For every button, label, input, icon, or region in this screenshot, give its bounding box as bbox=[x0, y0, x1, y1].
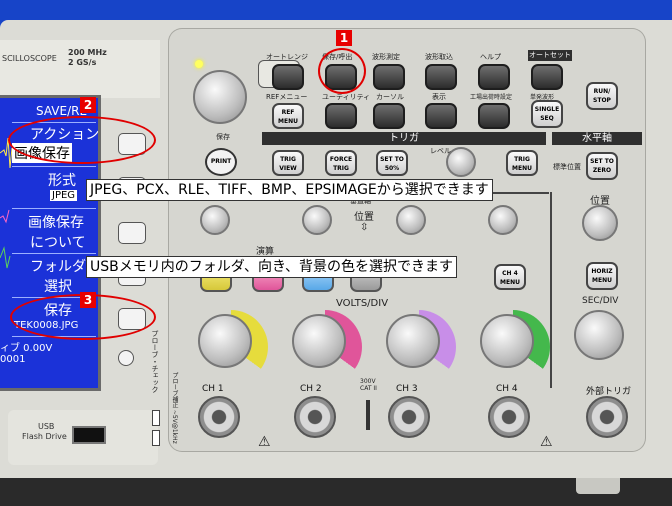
readout-line-2: 0001 bbox=[0, 354, 26, 365]
display-label: 表示 bbox=[432, 93, 446, 101]
softkey-menu-off[interactable] bbox=[118, 350, 134, 366]
folder-label-1: フォルダ bbox=[30, 259, 86, 275]
folder-label-2: 選択 bbox=[44, 279, 72, 295]
ch3-volts-knob[interactable] bbox=[386, 314, 440, 368]
ch4-label: CH 4 bbox=[496, 384, 518, 394]
set-zero-button[interactable]: SET TO ZERO bbox=[586, 152, 618, 180]
format-callout: JPEG、PCX、RLE、TIFF、BMP、EPSIMAGEから選択できます bbox=[86, 179, 493, 201]
folder-callout: USBメモリ内のフォルダ、向き、背景の色を選択できます bbox=[86, 256, 458, 278]
ch4-position-knob[interactable] bbox=[488, 205, 518, 235]
probe-check-label: プローブ・チェック bbox=[151, 330, 159, 393]
ch1-position-knob[interactable] bbox=[200, 205, 230, 235]
menu-divider bbox=[12, 253, 96, 254]
badge-1: 1 bbox=[336, 30, 352, 46]
usb-label-2: Flash Drive bbox=[22, 432, 67, 441]
ch3-bnc-connector[interactable] bbox=[388, 396, 430, 438]
probe-comp-terminal bbox=[152, 410, 160, 426]
autoset-button[interactable] bbox=[531, 64, 563, 90]
measure-label: 波形測定 bbox=[372, 53, 400, 61]
autorange-button[interactable] bbox=[272, 64, 304, 90]
force-trig-button[interactable]: FORCE TRIG bbox=[325, 150, 357, 176]
ref-menu-button[interactable]: REF MENU bbox=[272, 103, 304, 129]
device-foot bbox=[576, 478, 620, 494]
usb-area: USB Flash Drive bbox=[8, 410, 158, 465]
about-label-1: 画像保存 bbox=[28, 215, 84, 231]
ch4-volts-knob[interactable] bbox=[480, 314, 534, 368]
sample-rate-spec: 2 GS/s bbox=[68, 58, 97, 67]
autorange-label: オートレンジ bbox=[266, 53, 308, 61]
softkey-about[interactable] bbox=[118, 222, 146, 244]
utility-button[interactable] bbox=[325, 103, 357, 129]
highlight-action bbox=[8, 116, 156, 164]
badge-3: 3 bbox=[80, 292, 96, 308]
about-label-2: について bbox=[30, 235, 86, 251]
brand-text: SCILLOSCOPE bbox=[2, 54, 57, 63]
format-value[interactable]: JPEG bbox=[50, 190, 78, 201]
cursor-button[interactable] bbox=[373, 103, 405, 129]
updown-icon: ⇳ bbox=[360, 222, 369, 233]
format-label: 形式 bbox=[48, 173, 76, 189]
ch3-position-knob[interactable] bbox=[396, 205, 426, 235]
ref-menu-label: REFメニュー bbox=[266, 93, 308, 101]
bandwidth-spec: 200 MHz bbox=[68, 48, 107, 57]
readout-line-1: ィブ 0.00V bbox=[0, 343, 53, 354]
help-label: ヘルプ bbox=[480, 53, 501, 61]
cat-rating: 300V CAT II bbox=[360, 378, 377, 392]
cursor-label: カーソル bbox=[376, 93, 404, 101]
set-50-button[interactable]: SET TO 50% bbox=[376, 150, 408, 176]
ch2-position-knob[interactable] bbox=[302, 205, 332, 235]
display-button[interactable] bbox=[425, 103, 457, 129]
model-strip: SCILLOSCOPE 200 MHz 2 GS/s bbox=[0, 40, 160, 98]
default-setup-button[interactable] bbox=[478, 103, 510, 129]
ext-trig-bnc-connector[interactable] bbox=[586, 396, 628, 438]
ch2-bnc-connector[interactable] bbox=[294, 396, 336, 438]
warning-icon: ⚠ bbox=[258, 434, 271, 450]
ch2-label: CH 2 bbox=[300, 384, 322, 394]
power-led bbox=[195, 60, 203, 68]
highlight-save-recall bbox=[318, 48, 366, 94]
probe-comp-label: プローブ補正 ~5V@1kHz bbox=[171, 372, 178, 444]
ch4-bnc-connector[interactable] bbox=[488, 396, 530, 438]
menu-divider bbox=[12, 208, 96, 209]
autoset-label: オートセット bbox=[528, 50, 572, 61]
multipurpose-knob[interactable] bbox=[193, 70, 247, 124]
v-position-label: 位置 bbox=[354, 212, 374, 223]
volts-div-label: VOLTS/DIV bbox=[336, 298, 389, 309]
trigger-header: トリガ bbox=[262, 132, 546, 145]
sec-div-label: SEC/DIV bbox=[582, 296, 619, 306]
ext-trig-label: 外部トリガ bbox=[586, 387, 632, 397]
help-button[interactable] bbox=[478, 64, 510, 90]
sec-div-knob[interactable] bbox=[574, 310, 624, 360]
ch2-volts-knob[interactable] bbox=[292, 314, 346, 368]
trig-view-button[interactable]: TRIG VIEW bbox=[272, 150, 304, 176]
horiz-menu-button[interactable]: HORIZ MENU bbox=[586, 262, 618, 290]
warning-icon: ⚠ bbox=[540, 434, 553, 450]
ch1-label: CH 1 bbox=[202, 384, 224, 394]
ch1-volts-knob[interactable] bbox=[198, 314, 252, 368]
ch1-bnc-connector[interactable] bbox=[198, 396, 240, 438]
usb-label: USB bbox=[38, 422, 55, 431]
trigger-level-knob[interactable] bbox=[446, 147, 476, 177]
save-small-label: 保存 bbox=[216, 133, 230, 141]
measure-button[interactable] bbox=[373, 64, 405, 90]
probe-comp-ground bbox=[152, 430, 160, 446]
std-position-label: 標準位置 bbox=[553, 163, 581, 171]
ch4-menu-button[interactable]: CH 4 MENU bbox=[494, 264, 526, 290]
ch3-label: CH 3 bbox=[396, 384, 418, 394]
run-stop-button[interactable]: RUN/ STOP bbox=[586, 82, 618, 110]
device-base bbox=[0, 478, 672, 506]
trig-menu-button[interactable]: TRIG MENU bbox=[506, 150, 538, 176]
acquire-label: 波形取込 bbox=[425, 53, 453, 61]
default-setup-label: 工場出荷時設定 bbox=[470, 94, 513, 101]
horizontal-position-knob[interactable] bbox=[582, 205, 618, 241]
menu-divider bbox=[12, 166, 96, 167]
ground-terminal bbox=[366, 400, 370, 430]
horizontal-header: 水平軸 bbox=[552, 132, 642, 145]
badge-2: 2 bbox=[80, 97, 96, 113]
usb-port[interactable] bbox=[72, 426, 106, 444]
section-divider bbox=[550, 192, 552, 388]
single-seq-button[interactable]: SINGLE SEQ bbox=[531, 100, 563, 128]
acquire-button[interactable] bbox=[425, 64, 457, 90]
print-button[interactable]: PRINT bbox=[205, 148, 237, 176]
